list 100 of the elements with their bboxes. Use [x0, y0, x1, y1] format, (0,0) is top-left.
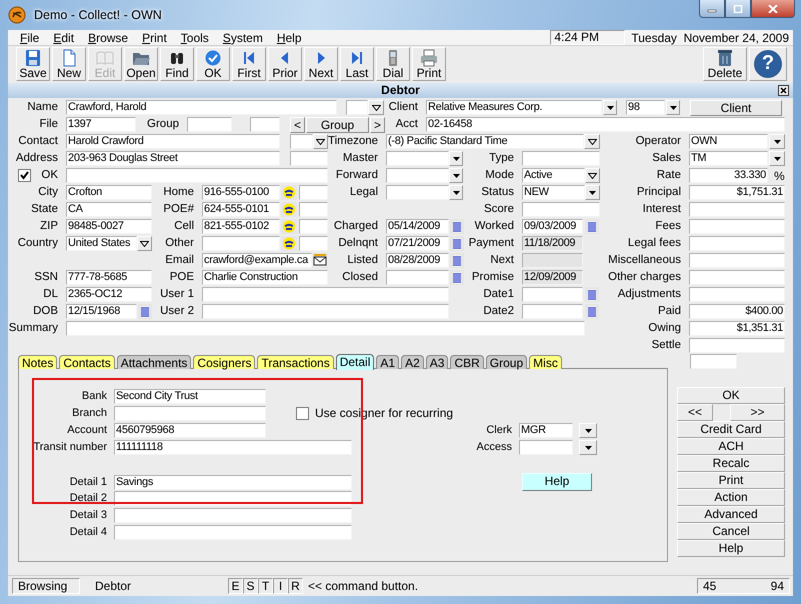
list-icon[interactable] — [138, 304, 152, 320]
text-field[interactable] — [299, 219, 328, 234]
menu-item[interactable]: File — [14, 30, 46, 44]
text-field[interactable]: 111111118 — [114, 440, 352, 456]
menu-item[interactable]: Edit — [47, 30, 80, 44]
text-field[interactable]: 02-16458 — [426, 117, 785, 132]
text-field[interactable]: NEW — [522, 185, 585, 200]
text-field[interactable]: 11/18/2009 — [522, 236, 583, 252]
list-icon[interactable] — [585, 304, 599, 320]
text-field[interactable] — [114, 525, 352, 540]
text-field[interactable]: $400.00 — [689, 304, 785, 320]
toolbar-button[interactable]: New — [52, 47, 86, 81]
text-field[interactable] — [689, 253, 785, 268]
tab[interactable]: Notes — [18, 355, 58, 370]
delete-button[interactable]: Delete — [703, 47, 747, 81]
tab[interactable]: Group — [486, 355, 528, 370]
help-button[interactable]: Help — [522, 473, 592, 492]
text-field[interactable] — [299, 185, 328, 200]
toolbar-button[interactable]: Next — [304, 47, 338, 81]
command-button[interactable]: Print — [677, 472, 785, 490]
text-field[interactable]: 624-555-0101 — [202, 202, 280, 218]
text-field[interactable] — [522, 202, 600, 218]
text-field[interactable] — [346, 100, 368, 116]
tab[interactable]: Attachments — [116, 355, 192, 370]
command-button[interactable]: Cancel — [677, 523, 785, 540]
list-icon[interactable] — [450, 219, 464, 234]
maximize-button[interactable] — [725, 0, 751, 18]
toolbar-button[interactable]: Save — [16, 47, 50, 81]
text-field[interactable]: 2365-OC12 — [66, 287, 152, 302]
previous-button[interactable]: < — [290, 116, 305, 133]
toolbar-button[interactable]: Print — [412, 47, 446, 81]
tab[interactable]: A3 — [426, 355, 448, 370]
list-icon[interactable] — [585, 219, 599, 234]
text-field[interactable] — [187, 117, 232, 132]
text-field[interactable] — [299, 236, 328, 252]
tab[interactable]: Detail — [336, 354, 374, 370]
menu-item[interactable]: Help — [270, 30, 308, 44]
toolbar-button[interactable]: Dial — [376, 47, 410, 81]
text-field[interactable]: 33.330 — [689, 168, 768, 184]
help-button[interactable]: ? — [749, 47, 787, 81]
text-field[interactable] — [689, 338, 785, 354]
text-field[interactable]: $1,351.31 — [689, 321, 785, 336]
text-field[interactable]: 821-555-0102 — [202, 219, 280, 234]
text-field[interactable]: CA — [66, 202, 152, 218]
next-button[interactable]: > — [370, 116, 385, 133]
dropdown-button[interactable] — [449, 168, 463, 184]
text-field[interactable]: United States — [66, 236, 137, 252]
text-field[interactable] — [114, 508, 352, 524]
text-field[interactable]: 4560795968 — [114, 423, 266, 438]
text-field[interactable] — [290, 151, 328, 166]
text-field[interactable]: Relative Measures Corp. — [426, 100, 602, 116]
dropdown-button[interactable] — [584, 134, 600, 150]
tab[interactable]: CBR — [450, 355, 484, 370]
text-field[interactable]: 98 — [626, 100, 665, 116]
text-field[interactable] — [386, 151, 449, 166]
text-field[interactable]: 09/03/2009 — [522, 219, 583, 234]
text-field[interactable]: MGR — [519, 423, 573, 438]
dropdown-button[interactable] — [585, 185, 600, 200]
text-field[interactable]: 203-963 Douglas Street — [66, 151, 280, 166]
dropdown-button[interactable] — [137, 236, 152, 252]
text-field[interactable]: TM — [689, 151, 768, 166]
text-field[interactable] — [290, 134, 313, 150]
text-field[interactable]: Crawford, Harold — [66, 100, 337, 116]
minimize-button[interactable] — [699, 0, 725, 18]
text-field[interactable]: (-8) Pacific Standard Time — [386, 134, 584, 150]
previous-button[interactable]: << — [677, 404, 713, 422]
toolbar-button[interactable]: Prior — [268, 47, 302, 81]
text-field[interactable] — [114, 406, 266, 422]
menu-item[interactable]: System — [216, 30, 269, 44]
text-field[interactable]: 07/21/2009 — [386, 236, 449, 252]
close-icon[interactable] — [778, 84, 789, 96]
text-field[interactable] — [519, 440, 573, 456]
text-field[interactable]: 777-78-5685 — [66, 270, 152, 286]
toolbar-button[interactable]: Open — [124, 47, 158, 81]
tab[interactable]: Cosigners — [193, 355, 256, 370]
tab[interactable]: A1 — [376, 355, 400, 370]
command-button[interactable]: Help — [677, 540, 785, 558]
text-field[interactable] — [689, 236, 785, 252]
dropdown-button[interactable] — [449, 151, 463, 166]
list-icon[interactable] — [450, 253, 464, 268]
text-field[interactable] — [202, 236, 280, 252]
dropdown-button[interactable] — [603, 100, 617, 116]
menu-item[interactable]: Browse — [82, 30, 134, 44]
command-button[interactable]: Recalc — [677, 455, 785, 472]
group-button[interactable]: Group — [306, 116, 369, 133]
dropdown-button[interactable] — [769, 151, 785, 166]
text-field[interactable]: Harold Crawford — [66, 134, 280, 150]
dropdown-button[interactable] — [666, 100, 680, 116]
dropdown-button[interactable] — [368, 100, 384, 116]
list-icon[interactable] — [450, 270, 464, 286]
tab[interactable]: Contacts — [59, 355, 115, 370]
toolbar-button[interactable]: Last — [340, 47, 374, 81]
command-button[interactable]: OK — [677, 387, 785, 404]
dropdown-button[interactable] — [585, 168, 600, 184]
email-icon[interactable] — [312, 253, 328, 268]
text-field[interactable] — [522, 304, 583, 320]
text-field[interactable]: Second City Trust — [114, 389, 266, 404]
phone-icon[interactable] — [281, 236, 297, 252]
text-field[interactable]: 916-555-0100 — [202, 185, 280, 200]
text-field[interactable]: 98485-0027 — [66, 219, 152, 234]
